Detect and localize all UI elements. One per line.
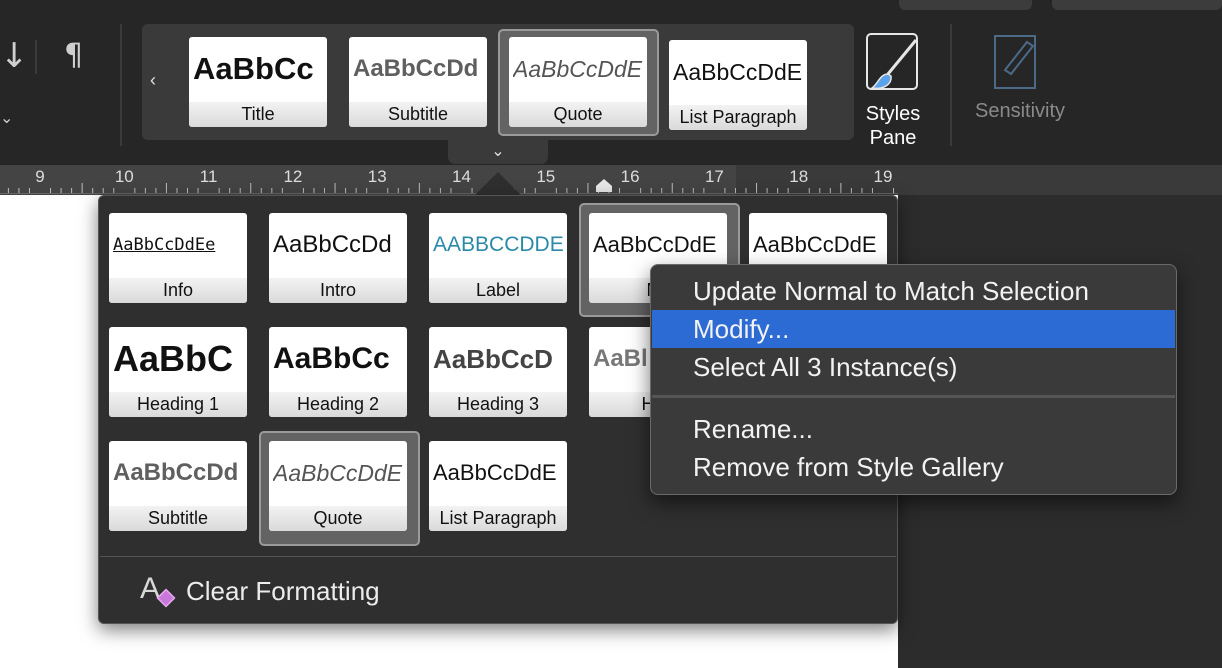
divider — [35, 40, 37, 74]
menu-item-label: Update Normal to Match Selection — [693, 275, 1089, 306]
menu-item-label: Modify... — [693, 313, 790, 344]
tile-label: List Paragraph — [669, 104, 807, 130]
sensitivity-button[interactable]: Sensitivity — [975, 30, 1085, 130]
chevron-down-icon[interactable]: ⌄ — [0, 108, 13, 127]
tile-label: Subtitle — [349, 101, 487, 127]
context-menu: Update Normal to Match Selection Modify.… — [650, 264, 1177, 495]
gallery-tile-subtitle[interactable]: AaBbCcDd Subtitle — [349, 37, 487, 127]
styles-pane-button[interactable]: Styles Pane — [858, 30, 928, 150]
ruler-background — [898, 165, 1222, 195]
chevron-down-icon: ⌄ — [491, 143, 505, 160]
menu-item-label: Remove from Style Gallery — [693, 451, 1004, 482]
indent-marker-icon[interactable] — [594, 177, 614, 193]
style-tile-list-paragraph[interactable]: AaBbCcDdE List Paragraph — [429, 441, 567, 531]
tile-sample: AaBbCc — [273, 342, 390, 376]
clear-formatting-icon: A — [140, 572, 176, 608]
clear-formatting-button[interactable]: A Clear Formatting — [140, 570, 380, 614]
menu-item-label: Select All 3 Instance(s) — [693, 351, 958, 382]
ruler-number: 9 — [35, 167, 44, 186]
style-tile-heading-2[interactable]: AaBbCc Heading 2 — [269, 327, 407, 417]
style-tile-intro[interactable]: AaBbCcDd Intro — [269, 213, 407, 303]
tile-sample: AABBCCDDE — [433, 233, 564, 257]
menu-item-select-all-instances[interactable]: Select All 3 Instance(s) — [652, 348, 1175, 386]
styles-pane-icon — [866, 33, 918, 90]
ruler-number: 12 — [283, 167, 302, 186]
tile-label: Subtitle — [109, 505, 247, 531]
ruler-number: 14 — [452, 167, 471, 186]
tile-label: Heading 2 — [269, 391, 407, 417]
gallery-tile-list-paragraph[interactable]: AaBbCcDdE List Paragraph — [669, 40, 807, 130]
svg-text:A: A — [140, 572, 160, 605]
tile-label: Heading 1 — [109, 391, 247, 417]
gallery-prev-icon[interactable]: ‹ — [150, 70, 156, 91]
ruler-number: 17 — [705, 167, 724, 186]
ruler-number: 16 — [621, 167, 640, 186]
tile-label: Title — [189, 101, 327, 127]
sort-icon[interactable]: ↓ — [0, 36, 29, 76]
gallery-tile-title[interactable]: AaBbCc Title — [189, 37, 327, 127]
tile-label: Intro — [269, 277, 407, 303]
tile-sample: AaBbCcDdEe — [113, 235, 216, 256]
tile-label: Label — [429, 277, 567, 303]
ruler-number: 19 — [874, 167, 893, 186]
menu-item-label: Rename... — [693, 413, 813, 444]
divider — [950, 24, 952, 146]
menu-item-remove-from-gallery[interactable]: Remove from Style Gallery — [652, 448, 1175, 486]
ribbon-top-tab[interactable] — [1052, 0, 1222, 10]
tile-sample: AaBbCcDdE — [513, 55, 643, 82]
pilcrow-icon[interactable]: ¶ — [64, 38, 83, 73]
style-tile-quote[interactable]: AaBbCcDdE Quote — [269, 441, 407, 531]
tile-sample: AaBbCcDdE — [273, 459, 403, 486]
gallery-expand-button[interactable]: ⌄ — [448, 138, 548, 164]
menu-item-modify[interactable]: Modify... — [652, 310, 1175, 348]
tile-label: Heading 3 — [429, 391, 567, 417]
style-tile-info[interactable]: AaBbCcDdEe Info — [109, 213, 247, 303]
sensitivity-label: Sensitivity — [975, 100, 1066, 122]
tile-sample: AaBbCcDd — [273, 231, 392, 259]
sensitivity-icon — [994, 35, 1068, 89]
ribbon-top-tab[interactable] — [899, 0, 1032, 10]
style-tile-heading-3[interactable]: AaBbCcD Heading 3 — [429, 327, 567, 417]
tile-sample: AaBbCcDd — [353, 55, 479, 83]
style-tile-heading-1[interactable]: AaBbC Heading 1 — [109, 327, 247, 417]
styles-pane-label-line1: Styles — [865, 103, 921, 125]
ruler-scale: 9 10 11 12 13 14 15 16 17 18 19 — [7, 167, 895, 193]
ruler-number: 15 — [536, 167, 555, 186]
tile-label: Info — [109, 277, 247, 303]
tile-sample: AaBbCc — [193, 51, 314, 87]
divider — [100, 556, 896, 557]
menu-item-rename[interactable]: Rename... — [652, 410, 1175, 448]
tile-sample: AaBbCcDdE — [673, 58, 803, 85]
tile-sample: AaBbCcDdE — [433, 460, 557, 486]
styles-pane-label-line2: Pane — [869, 127, 917, 149]
ruler-number: 11 — [200, 167, 218, 186]
style-tile-subtitle[interactable]: AaBbCcDd Subtitle — [109, 441, 247, 531]
menu-separator — [652, 395, 1175, 398]
ruler-baseline — [0, 193, 898, 194]
tile-sample: AaBbCcDd — [113, 459, 239, 487]
dropdown-pointer — [474, 172, 522, 196]
ruler-number: 10 — [115, 167, 134, 186]
tile-sample: AaBbCcD — [433, 343, 553, 374]
menu-item-update-normal[interactable]: Update Normal to Match Selection — [652, 272, 1175, 310]
tile-label: List Paragraph — [429, 505, 567, 531]
tile-sample: AaBbC — [113, 338, 234, 380]
clear-formatting-label: Clear Formatting — [186, 576, 380, 606]
ruler-number: 13 — [368, 167, 387, 186]
gallery-tile-quote[interactable]: AaBbCcDdE Quote — [509, 37, 647, 127]
ruler-number: 18 — [789, 167, 808, 186]
style-tile-label[interactable]: AABBCCDDE Label — [429, 213, 567, 303]
tile-label: Quote — [269, 505, 407, 531]
tile-label: Quote — [509, 101, 647, 127]
divider — [120, 24, 122, 146]
